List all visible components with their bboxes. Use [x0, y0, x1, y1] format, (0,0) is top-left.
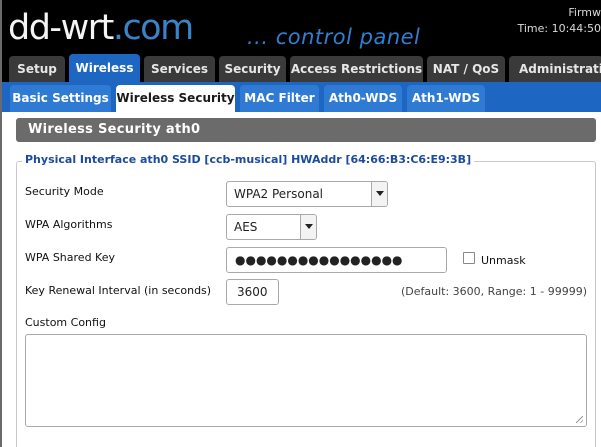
subtab-ath1-wds[interactable]: Ath1-WDS [407, 85, 485, 112]
firmware-label: Firmw [568, 6, 601, 19]
tab-setup[interactable]: Setup [9, 56, 65, 82]
section-title: Wireless Security ath0 [16, 118, 596, 142]
resize-handle-icon[interactable] [576, 416, 583, 423]
subtab-mac-filter[interactable]: MAC Filter [240, 85, 319, 112]
control-panel-subtitle: ... control panel [247, 25, 421, 49]
key-renewal-label: Key Renewal Interval (in seconds) [25, 284, 212, 297]
unmask-checkbox[interactable] [463, 252, 475, 264]
security-mode-label: Security Mode [25, 185, 104, 198]
sub-tab-bar: Basic Settings Wireless Security MAC Fil… [0, 82, 601, 112]
logo-suffix: .com [112, 8, 194, 48]
tab-administration[interactable]: Administration [509, 56, 601, 82]
time-display: Time: 10:44:50 [517, 22, 601, 35]
security-mode-select[interactable]: WPA2 Personal [226, 181, 388, 207]
subtab-basic-settings[interactable]: Basic Settings [10, 85, 111, 112]
subtab-ath0-wds[interactable]: Ath0-WDS [324, 85, 402, 112]
chevron-down-icon [371, 182, 387, 206]
header: dd-wrt.com ... control panel Firmw Time:… [0, 0, 601, 54]
dd-wrt-logo: dd-wrt.com [8, 8, 194, 48]
wpa-shared-key-label: WPA Shared Key [25, 251, 115, 264]
tab-security[interactable]: Security [219, 56, 286, 82]
tab-wireless[interactable]: Wireless [69, 54, 140, 82]
tab-services[interactable]: Services [144, 56, 215, 82]
wpa-shared-key-input[interactable]: ●●●●●●●●●●●●●●●● [226, 247, 447, 273]
security-mode-value: WPA2 Personal [234, 187, 324, 201]
tab-access-restrictions[interactable]: Access Restrictions [290, 56, 423, 82]
fieldset-legend: Physical Interface ath0 SSID [ccb-musica… [22, 153, 475, 166]
custom-config-label: Custom Config [25, 316, 106, 329]
chevron-down-icon [300, 215, 316, 239]
unmask-label: Unmask [481, 254, 526, 267]
subtab-wireless-security[interactable]: Wireless Security [116, 85, 235, 112]
key-renewal-hint: (Default: 3600, Range: 1 - 99999) [401, 285, 587, 298]
logo-main: dd-wrt [8, 8, 114, 48]
wpa-algorithms-select[interactable]: AES [226, 214, 317, 240]
wpa-algorithms-value: AES [234, 220, 258, 234]
tab-nat-qos[interactable]: NAT / QoS [427, 56, 505, 82]
content-area: Wireless Security ath0 Physical Interfac… [0, 112, 601, 447]
custom-config-textarea[interactable] [25, 334, 587, 427]
main-tab-bar: Setup Wireless Services Security Access … [0, 54, 601, 82]
key-renewal-input[interactable]: 3600 [226, 279, 279, 305]
wpa-algorithms-label: WPA Algorithms [25, 218, 113, 231]
